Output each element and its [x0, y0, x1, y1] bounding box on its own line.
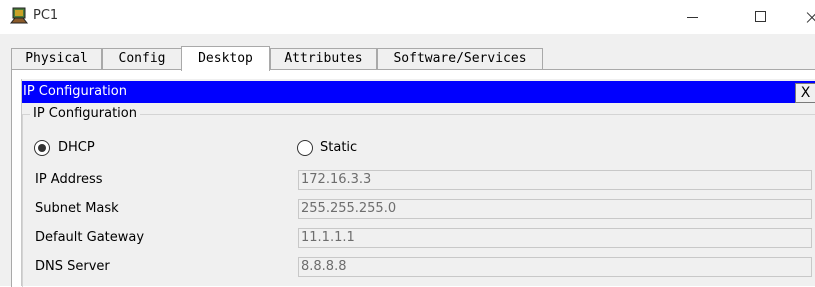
tab-physical[interactable]: Physical: [11, 48, 102, 69]
pc-icon: [9, 7, 29, 24]
static-label: Static: [320, 140, 358, 155]
ip-config-title: IP Configuration: [23, 84, 127, 99]
tab-desktop[interactable]: Desktop: [181, 46, 270, 71]
tab-strip: Physical Config Desktop Attributes Softw…: [0, 46, 815, 71]
tab-attributes[interactable]: Attributes: [270, 48, 377, 69]
default-gateway-field[interactable]: 11.1.1.1: [298, 228, 812, 248]
tab-software-services[interactable]: Software/Services: [377, 48, 543, 69]
title-bar: PC1: [0, 0, 815, 34]
dhcp-label: DHCP: [58, 140, 95, 155]
ip-address-label: IP Address: [35, 172, 103, 187]
ip-config-group-label: IP Configuration: [30, 106, 140, 121]
ip-address-field[interactable]: 172.16.3.3: [298, 170, 812, 190]
maximize-button[interactable]: [737, 2, 783, 32]
ip-config-title-bar: IP Configuration X: [22, 81, 815, 103]
dhcp-radio[interactable]: [34, 140, 50, 156]
dns-server-field[interactable]: 8.8.8.8: [298, 257, 812, 277]
static-radio[interactable]: [297, 140, 313, 156]
ip-configuration-window: IP Configuration X IP Configuration DHCP…: [21, 79, 815, 287]
subnet-mask-field[interactable]: 255.255.255.0: [298, 199, 812, 219]
close-window-button[interactable]: [795, 2, 815, 32]
minimize-button[interactable]: [669, 2, 715, 32]
window-title: PC1: [33, 8, 59, 23]
tab-config[interactable]: Config: [102, 48, 182, 69]
subnet-mask-label: Subnet Mask: [35, 201, 119, 216]
default-gateway-label: Default Gateway: [35, 230, 145, 245]
ip-config-close-button[interactable]: X: [795, 83, 815, 103]
dns-server-label: DNS Server: [35, 259, 110, 274]
